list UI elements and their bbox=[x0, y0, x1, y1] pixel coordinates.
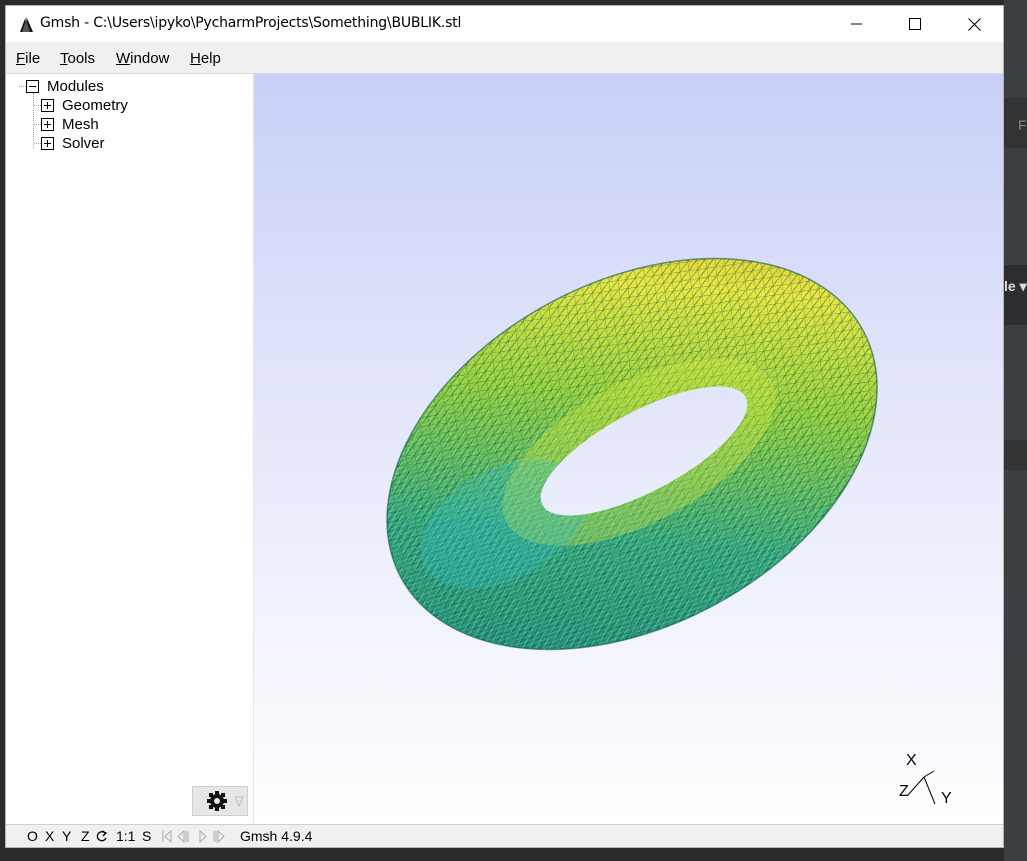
title-bar[interactable]: Gmsh - C:\Users\ipyko\PycharmProjects\So… bbox=[6, 6, 1003, 42]
tree-item-solver[interactable]: Solver bbox=[41, 134, 105, 153]
minimize-icon bbox=[851, 23, 862, 25]
expand-icon[interactable] bbox=[41, 137, 54, 150]
tree-connector bbox=[19, 86, 26, 87]
view-o-button[interactable]: O bbox=[27, 828, 38, 844]
menu-file-label: ile bbox=[25, 50, 41, 67]
axis-y-label: Y bbox=[941, 790, 952, 807]
gear-icon bbox=[207, 791, 227, 811]
dropdown-arrow-icon bbox=[234, 796, 244, 807]
scale-button[interactable]: 1:1 bbox=[116, 828, 135, 844]
menu-window-label: indow bbox=[130, 50, 170, 67]
rotate-icon[interactable] bbox=[96, 830, 108, 843]
tree-item-label: Modules bbox=[47, 78, 104, 95]
gmsh-window: Gmsh - C:\Users\ipyko\PycharmProjects\So… bbox=[5, 5, 1004, 848]
tree-connector bbox=[34, 105, 41, 106]
tree-item-label: Geometry bbox=[62, 97, 128, 114]
tree-item-modules[interactable]: Modules bbox=[26, 77, 104, 96]
menu-window[interactable]: Window bbox=[116, 50, 169, 67]
minimize-button[interactable] bbox=[828, 6, 886, 42]
view-y-button[interactable]: Y bbox=[62, 828, 71, 844]
menu-window-mnemonic: W bbox=[116, 50, 131, 67]
play-icon[interactable] bbox=[199, 830, 207, 843]
menu-tools-label: ools bbox=[67, 50, 96, 67]
background-text: F bbox=[1018, 117, 1027, 133]
tree-connector bbox=[34, 143, 41, 144]
next-frame-icon[interactable] bbox=[213, 830, 225, 843]
graphics-viewport[interactable]: X Y Z bbox=[254, 74, 1003, 824]
menu-help-mnemonic: H bbox=[190, 50, 201, 67]
tree-item-label: Mesh bbox=[62, 116, 99, 133]
menu-tools-mnemonic: T bbox=[60, 50, 68, 67]
menu-file[interactable]: File bbox=[16, 50, 40, 67]
menu-tools[interactable]: Tools bbox=[60, 50, 95, 67]
first-frame-icon[interactable] bbox=[162, 830, 172, 843]
torus-body bbox=[386, 258, 878, 650]
close-button[interactable] bbox=[945, 6, 1003, 42]
maximize-icon bbox=[909, 18, 921, 30]
menu-bar: File Tools Window Help bbox=[6, 42, 1003, 74]
tree-connector bbox=[34, 124, 41, 125]
background-text: le ▾ bbox=[1004, 278, 1027, 294]
gmsh-logo-icon bbox=[20, 16, 33, 32]
axes-indicator: X Y Z bbox=[899, 752, 952, 807]
tree-item-geometry[interactable]: Geometry bbox=[41, 96, 128, 115]
tree-item-mesh[interactable]: Mesh bbox=[41, 115, 99, 134]
module-tree: Modules Geometry Mesh Solver bbox=[6, 74, 254, 824]
axis-z-label: Z bbox=[899, 783, 909, 800]
previous-frame-icon[interactable] bbox=[177, 830, 189, 843]
collapse-icon[interactable] bbox=[26, 80, 39, 93]
options-button[interactable] bbox=[192, 786, 248, 816]
version-label: Gmsh 4.9.4 bbox=[240, 828, 313, 844]
background-row bbox=[1004, 440, 1027, 470]
axis-x-label: X bbox=[906, 752, 917, 769]
snap-button[interactable]: S bbox=[142, 828, 151, 844]
window-title: Gmsh - C:\Users\ipyko\PycharmProjects\So… bbox=[40, 15, 462, 31]
tree-connector bbox=[33, 93, 34, 149]
tree-item-label: Solver bbox=[62, 135, 105, 152]
view-x-button[interactable]: X bbox=[45, 828, 54, 844]
expand-icon[interactable] bbox=[41, 99, 54, 112]
maximize-button[interactable] bbox=[886, 6, 944, 42]
menu-help-label: elp bbox=[200, 50, 221, 67]
menu-file-mnemonic: F bbox=[16, 50, 26, 67]
torus-mesh[interactable] bbox=[254, 74, 1003, 824]
status-bar: O X Y Z 1:1 S Gmsh 4.9.4 bbox=[6, 824, 1003, 847]
expand-icon[interactable] bbox=[41, 118, 54, 131]
view-z-button[interactable]: Z bbox=[81, 828, 90, 844]
menu-help[interactable]: Help bbox=[190, 50, 221, 67]
close-icon bbox=[967, 17, 981, 31]
background-panel bbox=[1004, 265, 1027, 325]
playback-controls bbox=[162, 830, 225, 843]
background-app: F le ▾ bbox=[1004, 0, 1027, 861]
